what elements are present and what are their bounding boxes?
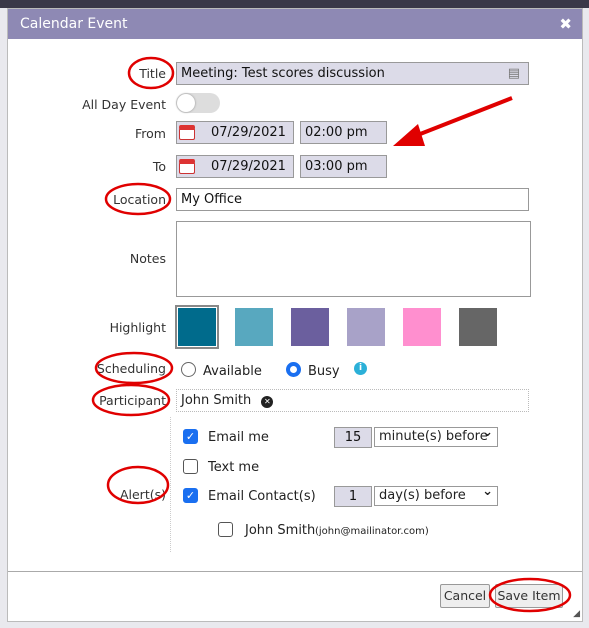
annotation-circle: [488, 577, 572, 613]
annotation-circle: [127, 56, 175, 90]
annotation-circle: [91, 383, 171, 417]
annotation-overlay: [91, 56, 572, 613]
annotation-arrow: [409, 96, 513, 140]
annotation-arrowhead: [393, 124, 425, 146]
annotation-circle: [106, 465, 170, 505]
annotation-circle: [94, 351, 174, 385]
annotation-circle: [104, 182, 172, 216]
